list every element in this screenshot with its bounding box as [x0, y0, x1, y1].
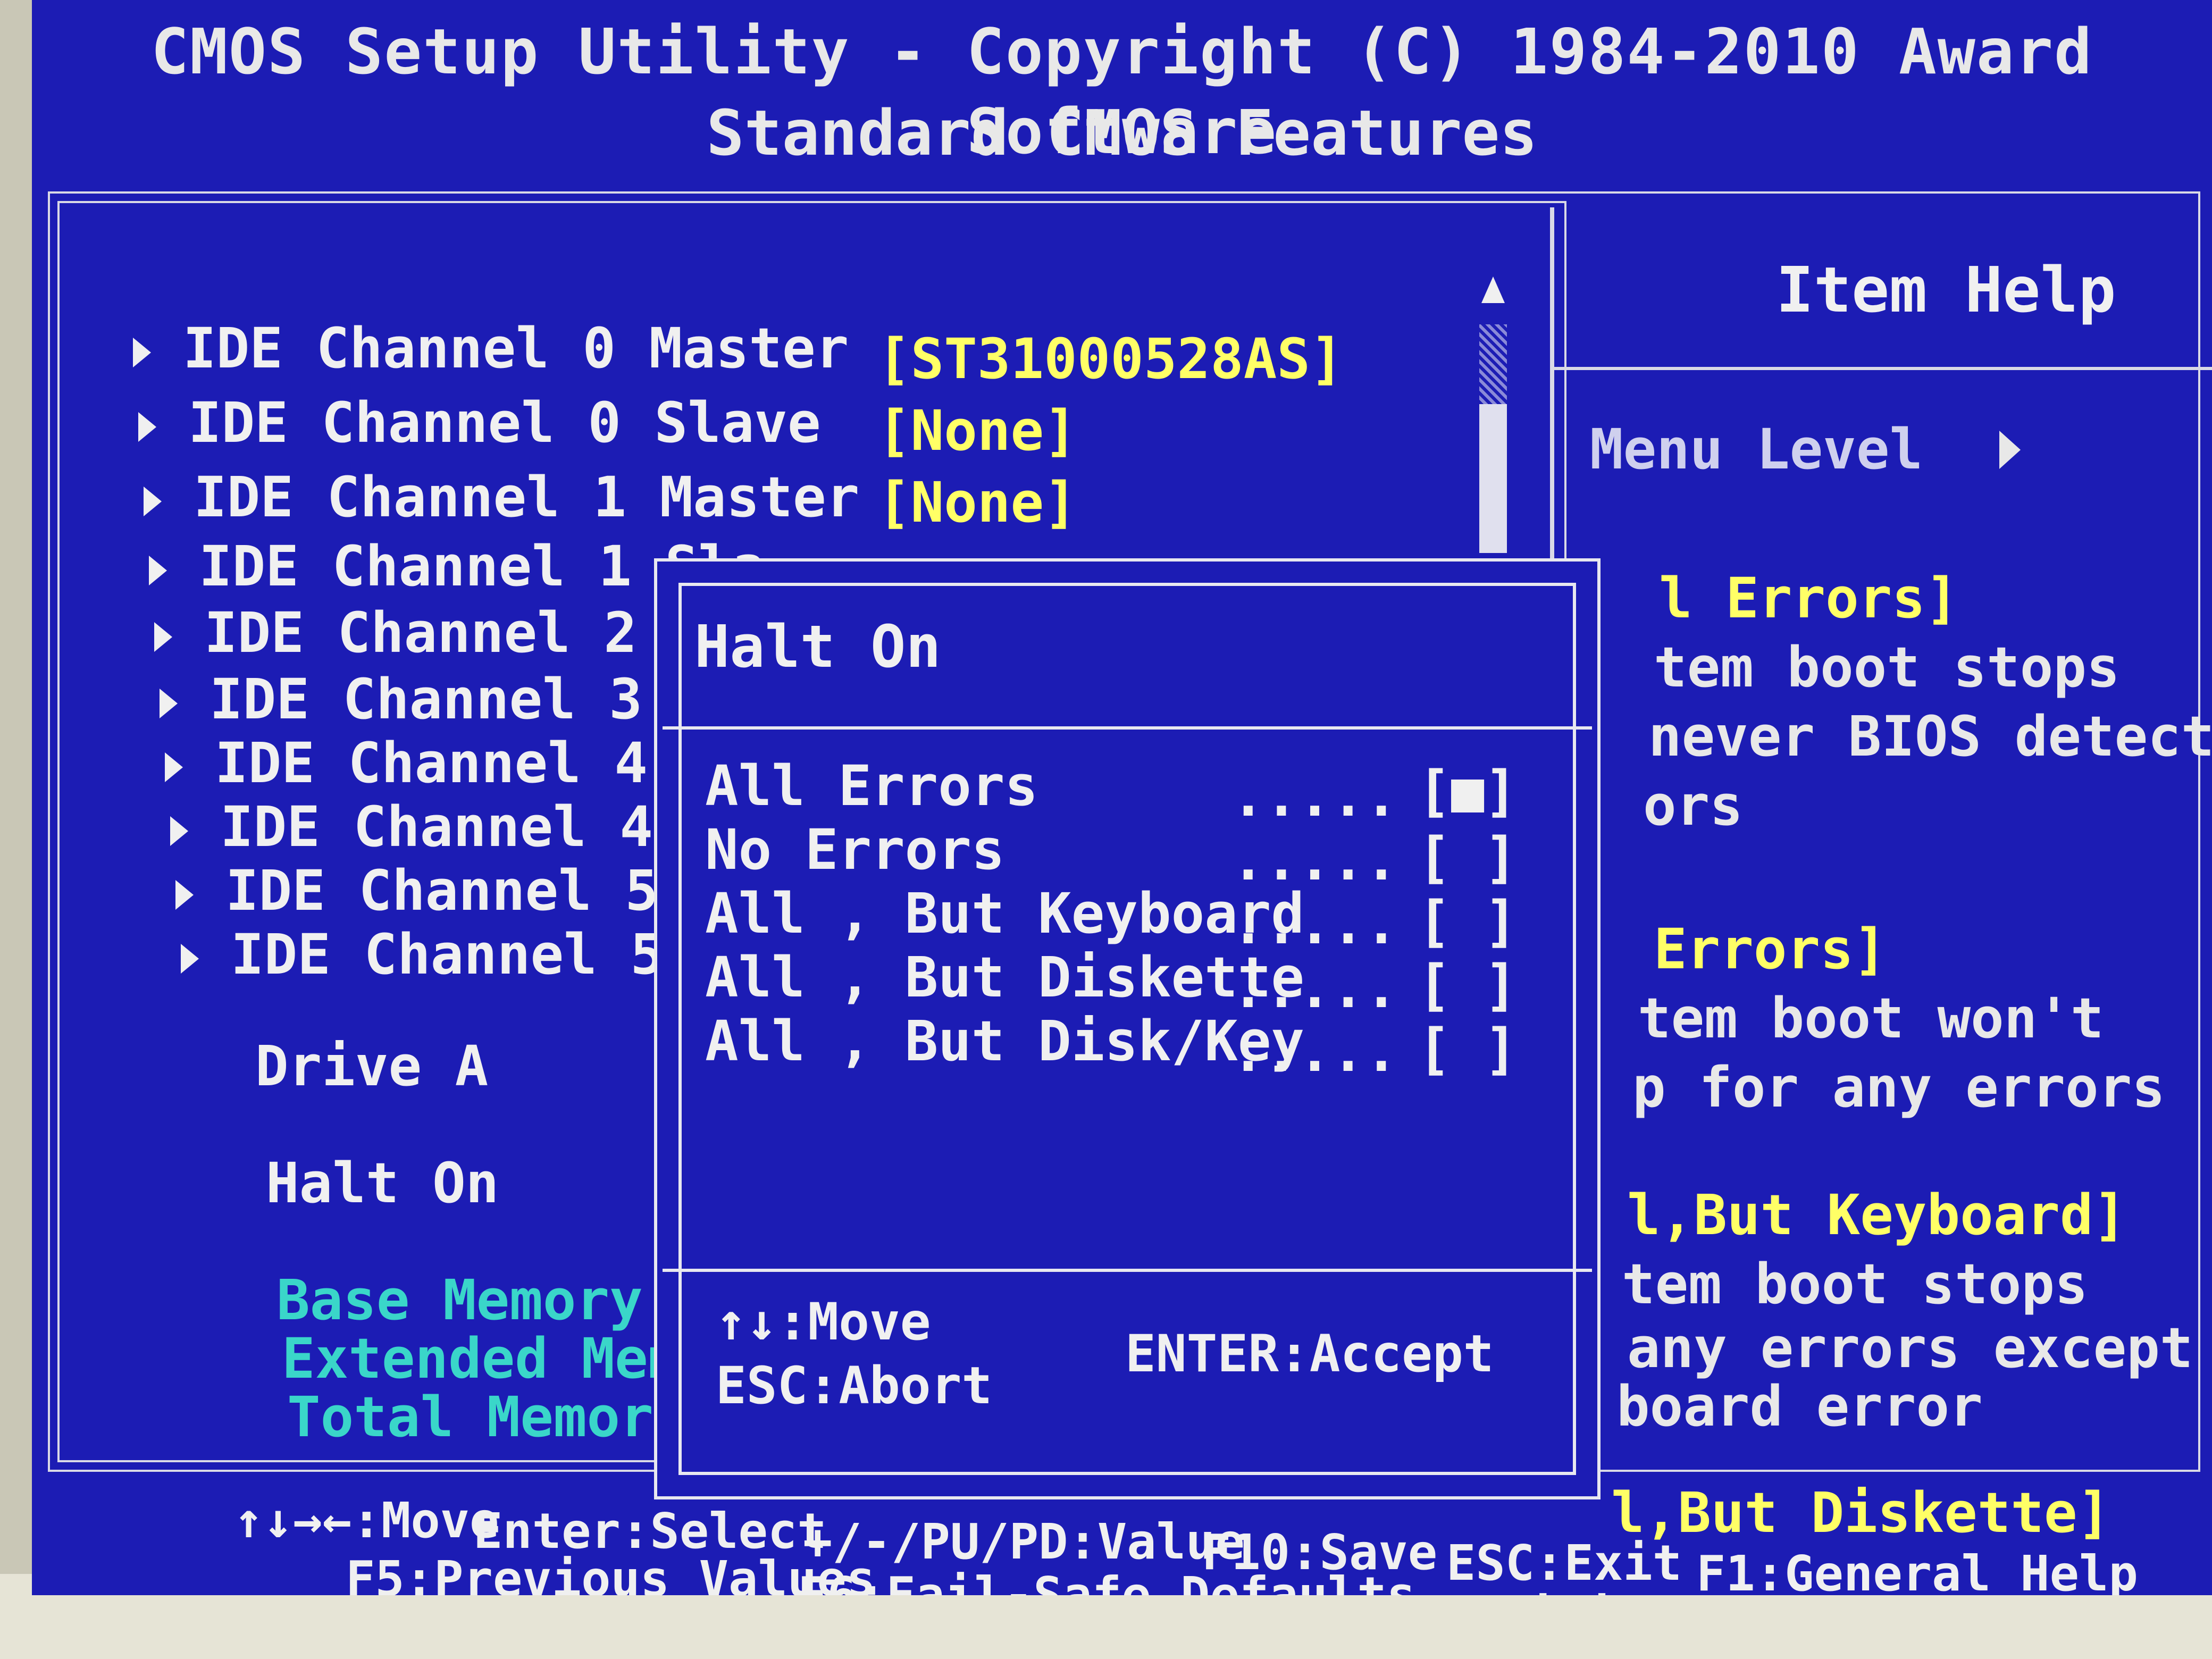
submenu-arrow-icon [165, 752, 183, 782]
menu-level-label: Menu Level [1590, 417, 1923, 482]
dialog-key-accept: ENTER:Accept [1125, 1324, 1494, 1384]
menu-item-ide-channel-0-master[interactable]: IDE Channel 0 Master [133, 314, 849, 383]
option-checkbox[interactable]: [ ] [1418, 1016, 1518, 1083]
option-dots: ..... [1231, 764, 1398, 829]
footer-key-previous-values: F5:Previous Values [346, 1551, 876, 1595]
menu-item-ide-channel-0-slave[interactable]: IDE Channel 0 Slave [138, 388, 821, 457]
help-line: l Errors] [1659, 566, 1959, 631]
help-divider [1550, 207, 1554, 558]
help-line: never BIOS detects [1648, 704, 2212, 769]
help-line: l,But Diskette] [1611, 1480, 2111, 1545]
submenu-arrow-icon [144, 486, 162, 516]
dialog-divider [663, 726, 1592, 730]
menu-item-halt-on[interactable]: Halt On [266, 1149, 499, 1218]
option-no-errors[interactable]: No Errors [705, 817, 1005, 883]
option-dots: ..... [1231, 1019, 1398, 1084]
menu-level-arrow-icon [1999, 431, 2021, 469]
item-help-title: Item Help [1776, 253, 2116, 326]
dialog-key-move: ↑↓:Move [716, 1292, 931, 1352]
bios-screen: CMOS Setup Utility - Copyright (C) 1984-… [32, 0, 2212, 1595]
submenu-arrow-icon [133, 337, 151, 367]
dialog-title: Halt On [694, 613, 941, 681]
option-checkbox-selected[interactable]: [■] [1418, 758, 1518, 825]
submenu-arrow-icon [181, 943, 199, 974]
submenu-arrow-icon [138, 412, 156, 442]
submenu-arrow-icon [170, 816, 188, 846]
footer-key-optimized-defaults: F7:Optimized Defaults [1351, 1585, 1969, 1595]
help-line: Errors] [1654, 917, 1887, 982]
submenu-arrow-icon [149, 555, 167, 585]
halt-on-dialog: Halt On All Errors ..... [■] No Errors .… [654, 558, 1601, 1499]
help-line: p for any errors [1632, 1055, 2165, 1120]
help-line: ors [1643, 773, 1743, 838]
help-line: l,But Keyboard] [1627, 1183, 2127, 1247]
footer-key-move: ↑↓→←:Move [234, 1492, 499, 1549]
menu-item-drive-a[interactable]: Drive A [255, 1032, 488, 1101]
help-line: tem boot stops [1622, 1252, 2088, 1317]
submenu-arrow-icon [160, 688, 178, 718]
option-all-errors[interactable]: All Errors [705, 753, 1038, 819]
option-checkbox[interactable]: [ ] [1418, 889, 1518, 955]
help-line: tem boot won't [1638, 986, 2104, 1051]
dialog-key-abort: ESC:Abort [716, 1356, 993, 1415]
option-all-but-keyboard[interactable]: All , But Keyboard [705, 881, 1304, 947]
scrollbar-thumb[interactable] [1479, 404, 1507, 553]
option-all-but-disk-key[interactable]: All , But Disk/Key [705, 1008, 1304, 1075]
help-line: tem boot stops [1654, 635, 2120, 700]
menu-item-ide-channel-1-master[interactable]: IDE Channel 1 Master [144, 463, 859, 532]
option-all-but-diskette[interactable]: All , But Diskette [705, 944, 1304, 1011]
submenu-arrow-icon [175, 879, 194, 910]
ide-channel-1-master-value[interactable]: [None] [877, 468, 1077, 537]
ide-channel-0-slave-value[interactable]: [None] [877, 396, 1077, 465]
dialog-key-divider [663, 1269, 1592, 1272]
ide-channel-0-master-value[interactable]: [ST31000528AS] [877, 324, 1344, 393]
total-memory-label: Total Memory [287, 1385, 687, 1449]
option-checkbox[interactable]: [ ] [1418, 952, 1518, 1019]
submenu-arrow-icon [154, 622, 172, 652]
scroll-up-arrow-icon[interactable] [1481, 276, 1505, 303]
help-line: board error [1616, 1374, 1983, 1439]
footer-key-failsafe-defaults: F6:Fail-Safe Defaults [798, 1566, 1417, 1595]
page-title: Standard CMOS Features [706, 96, 1538, 170]
help-title-divider [1553, 367, 2212, 370]
option-checkbox[interactable]: [ ] [1418, 825, 1518, 891]
